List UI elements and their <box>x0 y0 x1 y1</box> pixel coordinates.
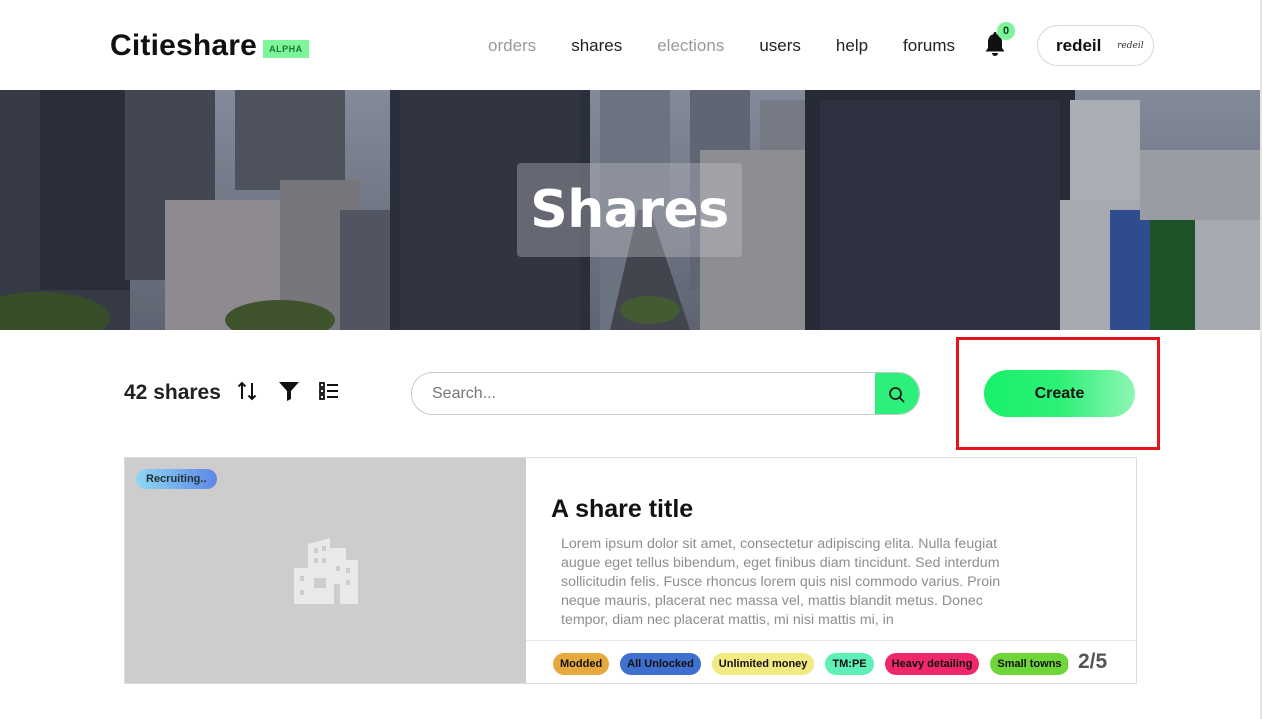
tag[interactable]: Unlimited money <box>711 653 815 675</box>
nav-orders[interactable]: orders <box>488 36 536 56</box>
nav-users[interactable]: users <box>759 36 801 56</box>
search-icon <box>889 386 905 403</box>
search-bar <box>411 372 920 415</box>
nav-shares[interactable]: shares <box>571 36 622 56</box>
tag-list: Modded All Unlocked Unlimited money TM:P… <box>553 653 1068 675</box>
tag[interactable]: Small towns <box>990 653 1068 675</box>
status-badge: Recruiting.. <box>136 469 217 489</box>
shares-count: 42 shares <box>124 381 221 404</box>
share-thumbnail: Recruiting.. <box>125 458 526 683</box>
nav-forums[interactable]: forums <box>903 36 955 56</box>
card-footer: Modded All Unlocked Unlimited money TM:P… <box>526 640 1136 683</box>
search-input[interactable] <box>412 373 875 414</box>
page-indicator: 2/5 <box>1078 650 1108 673</box>
brand-name: Citieshare <box>110 29 258 62</box>
user-name: redeil <box>1056 35 1102 55</box>
hero-banner: Shares <box>0 90 1262 330</box>
main-nav: orders shares elections users help forum… <box>488 36 990 56</box>
tag[interactable]: TM:PE <box>825 653 874 675</box>
page-title: Shares <box>530 180 729 240</box>
share-title[interactable]: A share title <box>551 495 693 524</box>
avatar: redeil <box>1115 30 1146 61</box>
user-menu[interactable]: redeil redeil <box>1037 25 1154 66</box>
share-description: Lorem ipsum dolor sit amet, consectetur … <box>561 536 1001 628</box>
city-placeholder-icon <box>294 538 358 604</box>
list-view-icon[interactable] <box>317 379 341 403</box>
sort-icon[interactable] <box>236 379 260 403</box>
nav-elections[interactable]: elections <box>657 36 724 56</box>
header: Citieshare ALPHA orders shares elections… <box>0 0 1262 90</box>
hero-title-box: Shares <box>517 163 742 257</box>
share-card[interactable]: Recruiting.. A share title Lorem ipsum d… <box>124 457 1137 684</box>
filter-icon[interactable] <box>277 379 301 403</box>
nav-help[interactable]: help <box>836 36 868 56</box>
search-button[interactable] <box>875 373 919 414</box>
tag[interactable]: All Unlocked <box>620 653 701 675</box>
alpha-badge: ALPHA <box>263 40 309 58</box>
notification-count-badge: 0 <box>997 22 1015 40</box>
brand-logo[interactable]: Citieshare ALPHA <box>110 29 309 63</box>
highlight-box <box>956 337 1160 450</box>
tag[interactable]: Heavy detailing <box>884 653 980 675</box>
tag[interactable]: Modded <box>553 653 610 675</box>
